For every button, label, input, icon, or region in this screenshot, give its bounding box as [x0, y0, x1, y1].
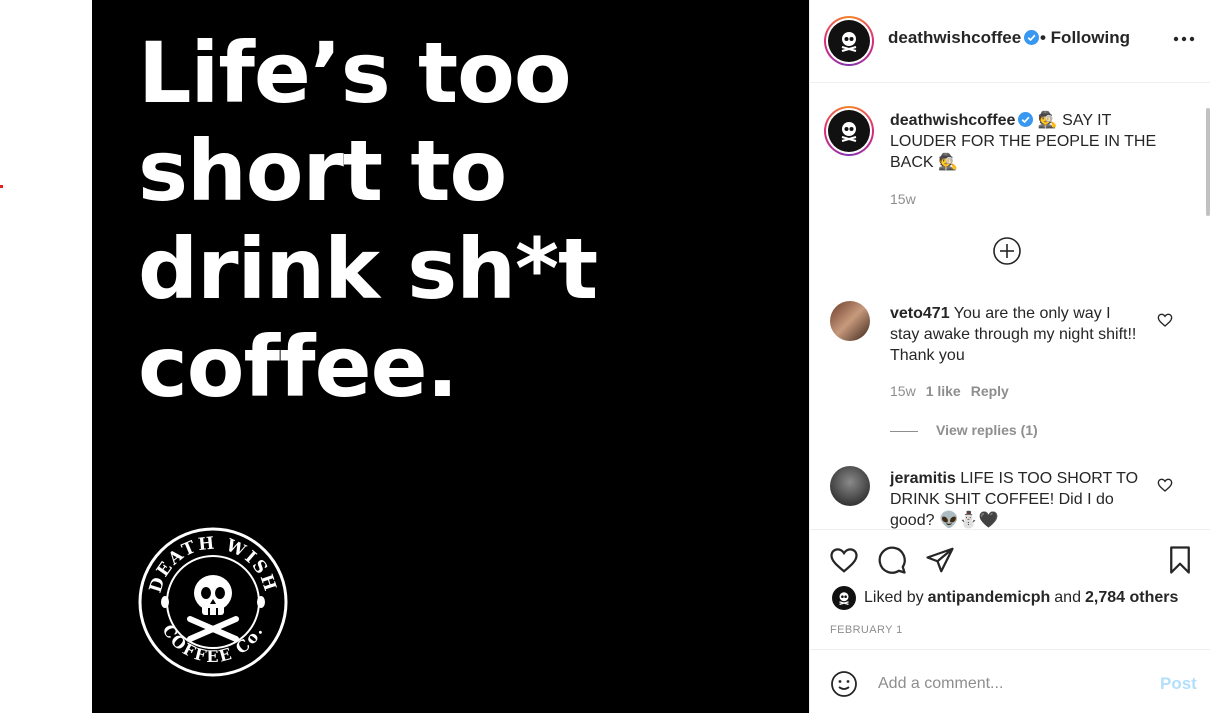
liked-by-others[interactable]: 2,784 others	[1085, 589, 1178, 607]
death-wish-logo: DEATH WISH COFFEE Co.	[138, 527, 288, 677]
header-username-text[interactable]: deathwishcoffee	[888, 28, 1021, 47]
post-header: deathwishcoffee • Following	[810, 0, 1210, 83]
header-username[interactable]: deathwishcoffee	[888, 28, 1040, 48]
comment-like-heart-icon[interactable]	[1157, 477, 1173, 493]
verified-badge-icon	[1018, 112, 1034, 127]
post-image-headline: Life’s too short to drink sh*t coffee.	[138, 24, 598, 416]
post-actions: Liked by antipandemicph and 2,784 others…	[810, 529, 1210, 649]
comment-likes[interactable]: 1 like	[926, 383, 961, 399]
caption-avatar[interactable]	[824, 106, 874, 156]
comment-meta: 15w 1 like Reply	[890, 383, 1009, 399]
liked-by-user[interactable]: antipandemicph	[928, 589, 1051, 607]
verified-badge-icon	[1024, 30, 1040, 45]
more-horizontal-icon[interactable]	[1172, 36, 1196, 42]
caption-time[interactable]: 15w	[890, 191, 916, 207]
post-image[interactable]: Life’s too short to drink sh*t coffee. D…	[92, 0, 809, 713]
comment-text: jeramitis LIFE IS TOO SHORT TO DRINK SHI…	[890, 468, 1140, 529]
comment-text: veto471 You are the only way I stay awak…	[890, 303, 1140, 366]
comments-list[interactable]: deathwishcoffee 🕵 SAY IT LOUDER FOR THE …	[810, 84, 1210, 529]
caption-username[interactable]: deathwishcoffee	[890, 112, 1015, 129]
comment-like-heart-icon[interactable]	[1157, 312, 1173, 328]
following-button[interactable]: • Following	[1040, 28, 1130, 48]
liked-by-and: and	[1054, 589, 1081, 606]
skull-icon	[839, 592, 849, 606]
comment-avatar[interactable]	[830, 466, 870, 506]
stray-mark	[0, 185, 3, 188]
comment-avatar[interactable]	[830, 301, 870, 341]
skull-icon	[841, 122, 857, 142]
emoji-smiley-icon[interactable]	[830, 670, 858, 698]
post-comment-button[interactable]: Post	[1160, 674, 1197, 694]
view-replies-button[interactable]: View replies (1)	[890, 422, 1038, 438]
caption-text: deathwishcoffee 🕵 SAY IT LOUDER FOR THE …	[890, 110, 1160, 173]
share-send-icon[interactable]	[925, 545, 955, 575]
add-comment-input[interactable]	[878, 672, 1138, 696]
post-date[interactable]: FEBRUARY 1	[830, 624, 903, 636]
instagram-post-view: Life’s too short to drink sh*t coffee. D…	[0, 0, 1210, 713]
comment-bubble-icon[interactable]	[877, 545, 907, 575]
skull-icon	[841, 32, 857, 52]
like-heart-icon[interactable]	[829, 545, 859, 575]
comments-scrollbar[interactable]	[1206, 108, 1210, 216]
save-bookmark-icon[interactable]	[1165, 545, 1195, 575]
header-avatar[interactable]	[824, 16, 874, 66]
comment-time[interactable]: 15w	[890, 383, 916, 399]
comment-reply-button[interactable]: Reply	[971, 383, 1009, 399]
liked-by-prefix: Liked by	[864, 589, 924, 606]
liked-by: Liked by antipandemicph and 2,784 others	[832, 586, 1182, 610]
add-comment-bar: Post	[810, 649, 1210, 713]
load-more-comments-icon[interactable]	[992, 236, 1022, 266]
view-replies-label[interactable]: View replies (1)	[936, 422, 1038, 438]
replies-divider	[890, 430, 918, 432]
liked-by-avatar[interactable]	[832, 586, 856, 610]
comment-username[interactable]: jeramitis	[890, 470, 956, 487]
post-side-panel: deathwishcoffee • Following deathwishcof…	[809, 0, 1210, 713]
comment-username[interactable]: veto471	[890, 305, 950, 322]
page-margin	[0, 0, 92, 713]
